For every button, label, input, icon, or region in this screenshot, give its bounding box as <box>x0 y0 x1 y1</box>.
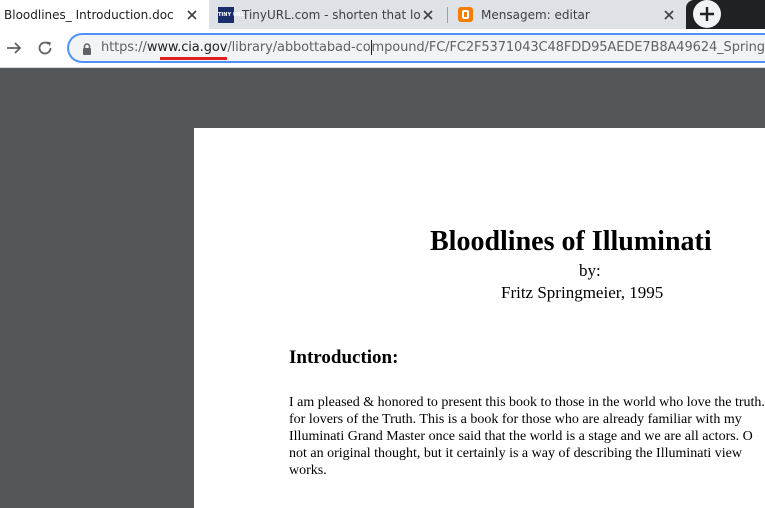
document-byline: by: <box>579 261 601 280</box>
paragraph-line: works. <box>289 463 327 478</box>
url-path-rest: mpound/FC/FC2F5371043C48FDD95AEDE7B8A496… <box>371 40 765 55</box>
tab-title: TinyURL.com - shorten that long <box>242 7 421 22</box>
plus-icon <box>700 7 714 21</box>
paragraph-line: Illuminati Grand Master once said that t… <box>289 429 753 444</box>
tab-blogger[interactable]: Mensagem: editar <box>448 0 686 29</box>
lock-icon <box>83 43 91 55</box>
reload-icon <box>38 41 52 55</box>
document-viewer[interactable]: Bloodlines of Illuminati by: Fritz Sprin… <box>0 68 765 508</box>
paragraph-line: I am pleased & honored to present this b… <box>289 395 765 410</box>
close-icon[interactable] <box>185 8 199 22</box>
url-scheme: https:// <box>101 40 147 55</box>
blogger-icon <box>457 7 473 23</box>
paragraph-line: not an original thought, but it certainl… <box>289 446 742 461</box>
tab-strip: Bloodlines_ Introduction.doc TINY URL Ti… <box>0 0 765 29</box>
browser-toolbar: https://www.cia.gov/library/abbottabad-c… <box>0 29 765 68</box>
document-title: Bloodlines of Illuminati <box>430 226 712 257</box>
tab-title: Bloodlines_ Introduction.doc <box>4 7 174 22</box>
tab-tinyurl[interactable]: TINY URL TinyURL.com - shorten that long <box>209 0 445 29</box>
close-icon[interactable] <box>421 8 435 22</box>
document-page: Bloodlines of Illuminati by: Fritz Sprin… <box>194 128 765 508</box>
close-icon[interactable] <box>662 8 676 22</box>
domain-highlight-underline <box>160 57 227 60</box>
new-tab-button[interactable] <box>693 0 721 28</box>
tinyurl-icon-text: TINY URL <box>218 11 244 18</box>
tab-bloodlines[interactable]: Bloodlines_ Introduction.doc <box>0 0 209 29</box>
arrow-right-icon <box>7 42 22 54</box>
tab-title: Mensagem: editar <box>481 7 590 22</box>
section-heading: Introduction: <box>289 347 399 368</box>
document-author: Fritz Springmeier, 1995 <box>501 283 664 302</box>
tinyurl-icon: TINY URL <box>218 6 244 23</box>
reload-button[interactable] <box>33 36 57 60</box>
body-paragraph: I am pleased & honored to present this b… <box>289 394 765 479</box>
url-path: /library/abbottabad-co <box>227 40 371 55</box>
url-domain: www.cia.gov <box>146 40 228 55</box>
paragraph-line: for lovers of the Truth. This is a book … <box>289 412 742 427</box>
forward-button[interactable] <box>2 36 26 60</box>
